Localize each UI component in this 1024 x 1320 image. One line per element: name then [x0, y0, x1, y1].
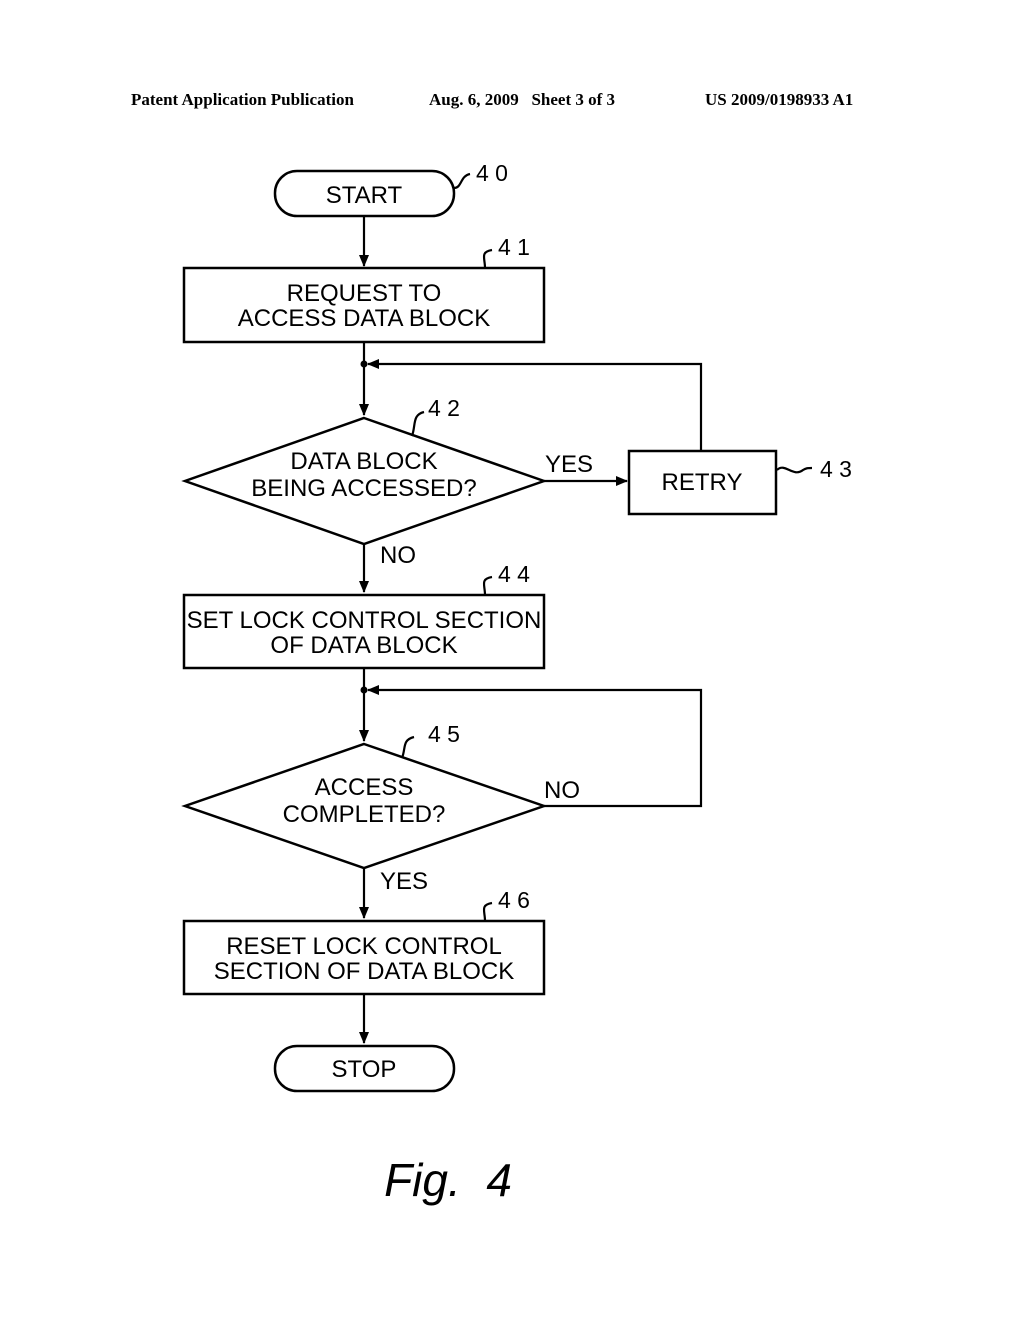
decision-45-line2: COMPLETED? — [283, 801, 446, 828]
figure-caption: Fig. 4 — [384, 1154, 512, 1206]
ref-42: 4 2 — [428, 395, 460, 421]
decision-42-yes: YES — [545, 451, 593, 478]
step-46-line1: RESET LOCK CONTROL — [226, 933, 502, 960]
ref-41: 4 1 — [498, 234, 530, 260]
ref-leader-42 — [410, 410, 425, 437]
step-43-box: RETRY — [627, 449, 778, 516]
decision-42: DATA BLOCK BEING ACCESSED? — [181, 416, 548, 546]
decision-42-line2: BEING ACCESSED? — [251, 475, 476, 502]
ref-leader-40 — [453, 172, 471, 190]
step-46-box: RESET LOCK CONTROL SECTION OF DATA BLOCK — [182, 919, 546, 996]
stop-label: STOP — [332, 1056, 397, 1083]
step-41-line2: ACCESS DATA BLOCK — [238, 305, 491, 332]
step-44-line2: OF DATA BLOCK — [270, 632, 457, 659]
ref-40: 4 0 — [476, 160, 508, 186]
ref-leader-43 — [776, 466, 813, 474]
decision-45-line1: ACCESS — [315, 774, 414, 801]
step-43-label: RETRY — [662, 469, 743, 496]
step-44-line1: SET LOCK CONTROL SECTION — [187, 607, 542, 634]
start-terminal: START — [273, 169, 456, 218]
ref-leader-46 — [482, 901, 493, 922]
junction-dot-1 — [360, 360, 368, 368]
ref-46: 4 6 — [498, 887, 530, 913]
ref-leader-45 — [400, 735, 415, 759]
step-41-box: REQUEST TO ACCESS DATA BLOCK — [182, 266, 546, 344]
step-41-line1: REQUEST TO — [287, 280, 442, 307]
step-46-line2: SECTION OF DATA BLOCK — [214, 958, 515, 985]
stop-terminal: STOP — [273, 1044, 456, 1093]
ref-leader-41 — [482, 248, 493, 269]
decision-45-no: NO — [544, 777, 580, 804]
ref-43: 4 3 — [820, 456, 852, 482]
start-label: START — [326, 182, 403, 209]
ref-leader-44 — [482, 575, 493, 596]
junction-dot-2 — [360, 686, 368, 694]
ref-44: 4 4 — [498, 561, 530, 587]
decision-42-line1: DATA BLOCK — [290, 448, 437, 475]
decision-42-no: NO — [380, 542, 416, 569]
decision-45: ACCESS COMPLETED? — [181, 742, 548, 870]
decision-45-yes: YES — [380, 868, 428, 895]
flowchart: START 4 0 REQUEST TO ACCESS DATA BLOCK 4… — [181, 160, 852, 1206]
step-44-box: SET LOCK CONTROL SECTION OF DATA BLOCK — [182, 593, 546, 670]
ref-45: 4 5 — [428, 721, 460, 747]
